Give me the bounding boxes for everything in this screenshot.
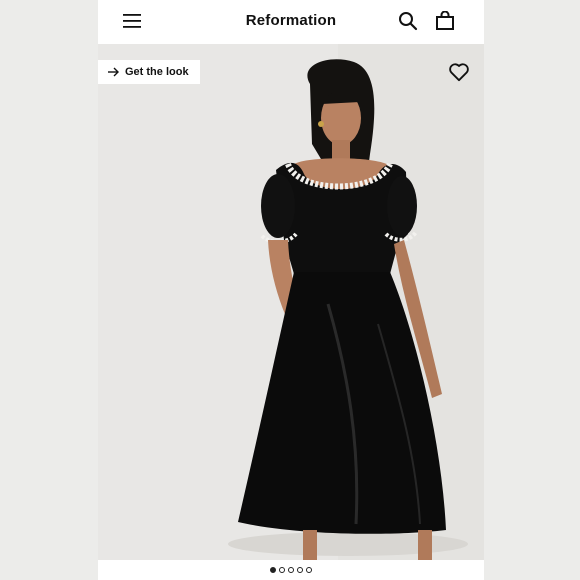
get-the-look-label: Get the look (125, 66, 189, 78)
carousel-dot[interactable] (288, 567, 294, 573)
top-navigation-bar: Reformation (98, 0, 484, 44)
carousel-dot[interactable] (297, 567, 303, 573)
image-carousel-pagination (98, 560, 484, 580)
product-photo[interactable]: Get the look (98, 44, 484, 560)
carousel-dot[interactable] (279, 567, 285, 573)
brand-logo[interactable]: Reformation (98, 12, 484, 29)
model-wearing-black-velvet-dress (98, 44, 484, 560)
carousel-dot[interactable] (270, 567, 276, 573)
search-icon[interactable] (398, 11, 418, 31)
product-page: Reformation Get the look (98, 0, 484, 580)
get-the-look-button[interactable]: Get the look (98, 60, 200, 84)
arrow-right-icon (108, 67, 119, 77)
left-backdrop (0, 0, 98, 580)
shopping-bag-icon[interactable] (435, 11, 455, 31)
right-backdrop (484, 0, 580, 580)
heart-icon[interactable] (448, 62, 470, 82)
carousel-dot[interactable] (306, 567, 312, 573)
